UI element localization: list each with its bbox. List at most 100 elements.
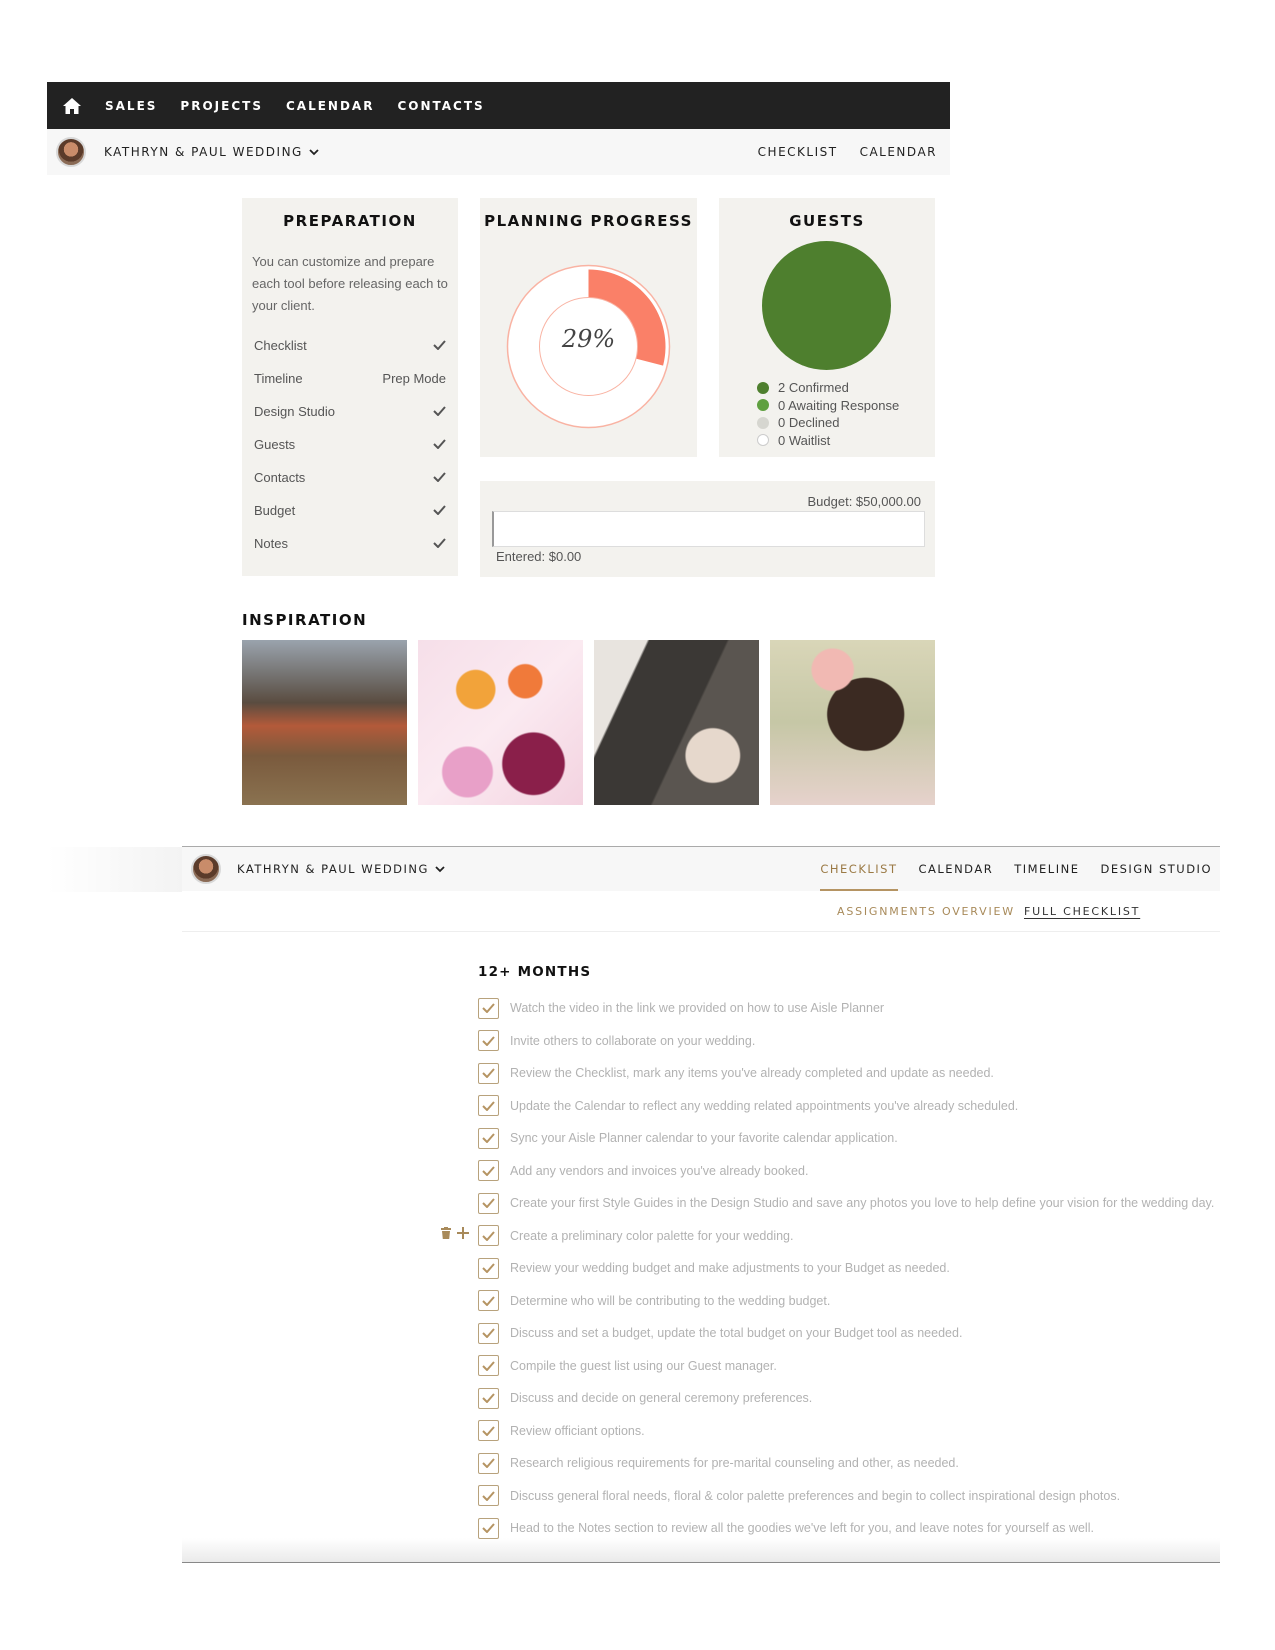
task-checkbox[interactable] <box>478 1452 499 1474</box>
task-checkbox[interactable] <box>478 1095 499 1117</box>
tool-label: Timeline <box>254 371 303 386</box>
checklist-task: Determine who will be contributing to th… <box>478 1285 1218 1318</box>
task-text[interactable]: Create your first Style Guides in the De… <box>510 1196 1214 1210</box>
checklist-task: Review the Checklist, mark any items you… <box>478 1057 1218 1090</box>
inspiration-photo-bride-hair[interactable] <box>770 640 935 805</box>
inspiration-photo-cufflink[interactable] <box>594 640 759 805</box>
check-icon <box>482 1231 495 1241</box>
check-icon <box>482 1296 495 1306</box>
task-text[interactable]: Review the Checklist, mark any items you… <box>510 1066 994 1080</box>
preparation-card: PREPARATION You can customize and prepar… <box>242 198 458 576</box>
nav-calendar[interactable]: CALENDAR <box>286 99 374 113</box>
add-icon[interactable] <box>457 1226 469 1239</box>
task-text[interactable]: Review your wedding budget and make adju… <box>510 1261 950 1275</box>
task-text[interactable]: Discuss and set a budget, update the tot… <box>510 1326 962 1340</box>
check-icon <box>433 338 446 353</box>
task-text[interactable]: Research religious requirements for pre-… <box>510 1456 959 1470</box>
subtab-full-checklist[interactable]: FULL CHECKLIST <box>1024 905 1140 918</box>
task-text[interactable]: Review officiant options. <box>510 1424 645 1438</box>
nav-projects[interactable]: PROJECTS <box>180 99 263 113</box>
task-checkbox[interactable] <box>478 1192 499 1214</box>
tab-checklist[interactable]: CHECKLIST <box>820 847 898 891</box>
nav-sales[interactable]: SALES <box>105 99 157 113</box>
task-text[interactable]: Discuss general floral needs, floral & c… <box>510 1489 1120 1503</box>
task-checkbox[interactable] <box>478 1290 499 1312</box>
task-text[interactable]: Determine who will be contributing to th… <box>510 1294 830 1308</box>
task-checkbox[interactable] <box>478 997 499 1019</box>
avatar[interactable] <box>191 854 221 884</box>
task-text[interactable]: Discuss and decide on general ceremony p… <box>510 1391 812 1405</box>
task-checkbox[interactable] <box>478 1355 499 1377</box>
checklist-task: Discuss general floral needs, floral & c… <box>478 1480 1218 1513</box>
tool-list: Checklist Timeline Prep Mode Design Studi… <box>242 329 458 560</box>
task-checkbox[interactable] <box>478 1225 499 1247</box>
check-icon <box>482 1393 495 1404</box>
task-checkbox[interactable] <box>478 1062 499 1084</box>
tool-label: Notes <box>254 536 288 551</box>
task-checkbox[interactable] <box>478 1517 499 1539</box>
tool-item-notes[interactable]: Notes <box>254 527 446 560</box>
task-text[interactable]: Create a preliminary color palette for y… <box>510 1229 793 1243</box>
tool-item-timeline[interactable]: Timeline Prep Mode <box>254 362 446 395</box>
task-text[interactable]: Head to the Notes section to review all … <box>510 1521 1094 1535</box>
inspiration-photo-dance[interactable] <box>242 640 407 805</box>
tool-label: Checklist <box>254 338 307 353</box>
tool-item-contacts[interactable]: Contacts <box>254 461 446 494</box>
check-icon <box>433 404 446 419</box>
budget-total: Budget: $50,000.00 <box>807 494 922 509</box>
task-text[interactable]: Sync your Aisle Planner calendar to your… <box>510 1131 898 1145</box>
nav-contacts[interactable]: CONTACTS <box>397 99 484 113</box>
check-icon <box>433 470 446 485</box>
checklist-project-bar: KATHRYN & PAUL WEDDING CHECKLIST CALENDA… <box>182 846 1220 891</box>
guests-title: GUESTS <box>789 212 865 230</box>
trash-icon[interactable] <box>441 1226 451 1239</box>
subtab-assignments-overview[interactable]: ASSIGNMENTS OVERVIEW <box>837 905 1015 918</box>
tab-design-studio[interactable]: DESIGN STUDIO <box>1100 847 1212 891</box>
task-checkbox[interactable] <box>478 1387 499 1409</box>
avatar[interactable] <box>56 137 86 167</box>
budget-card[interactable]: Budget: $50,000.00 Entered: $0.00 <box>480 481 935 577</box>
tab-timeline[interactable]: TIMELINE <box>1014 847 1079 891</box>
tool-label: Contacts <box>254 470 306 485</box>
check-icon <box>482 1036 495 1046</box>
guests-pie <box>762 241 891 370</box>
budget-entered: Entered: $0.00 <box>496 549 582 564</box>
project-name: KATHRYN & PAUL WEDDING <box>104 145 303 159</box>
task-checkbox[interactable] <box>478 1420 499 1442</box>
tool-item-design-studio[interactable]: Design Studio <box>254 395 446 428</box>
checklist-task: Update the Calendar to reflect any weddi… <box>478 1090 1218 1123</box>
budget-bar <box>492 511 925 547</box>
tool-item-guests[interactable]: Guests <box>254 428 446 461</box>
tab-calendar[interactable]: CALENDAR <box>919 847 994 891</box>
project-link-calendar[interactable]: CALENDAR <box>860 145 937 159</box>
task-text[interactable]: Add any vendors and invoices you've alre… <box>510 1164 808 1178</box>
task-text[interactable]: Watch the video in the link we provided … <box>510 1001 884 1015</box>
check-icon <box>482 1523 495 1534</box>
tool-item-budget[interactable]: Budget <box>254 494 446 527</box>
tool-item-checklist[interactable]: Checklist <box>254 329 446 362</box>
legend-item-awaiting: 0 Awaiting Response <box>757 397 899 415</box>
task-checkbox[interactable] <box>478 1257 499 1279</box>
check-icon <box>482 1426 495 1436</box>
inspiration-photo-flowers[interactable] <box>418 640 583 805</box>
checklist-task: Watch the video in the link we provided … <box>478 992 1218 1025</box>
task-checkbox[interactable] <box>478 1030 499 1052</box>
task-text[interactable]: Compile the guest list using our Guest m… <box>510 1359 777 1373</box>
task-checkbox[interactable] <box>478 1127 499 1149</box>
task-checkbox[interactable] <box>478 1322 499 1344</box>
task-checkbox[interactable] <box>478 1160 499 1182</box>
preparation-description: You can customize and prepare each tool … <box>252 254 448 313</box>
checklist-task: Discuss and decide on general ceremony p… <box>478 1382 1218 1415</box>
checklist-task: Review officiant options. <box>478 1415 1218 1448</box>
check-icon <box>482 1263 495 1274</box>
legend-label: 0 Waitlist <box>778 432 831 448</box>
task-text[interactable]: Update the Calendar to reflect any weddi… <box>510 1099 1018 1113</box>
checklist-section-title: 12+ MONTHS <box>478 964 592 980</box>
project-selector[interactable]: KATHRYN & PAUL WEDDING <box>104 145 319 159</box>
chevron-down-icon <box>435 862 445 876</box>
task-text[interactable]: Invite others to collaborate on your wed… <box>510 1034 755 1048</box>
task-checkbox[interactable] <box>478 1485 499 1507</box>
project-link-checklist[interactable]: CHECKLIST <box>758 145 838 159</box>
project-selector[interactable]: KATHRYN & PAUL WEDDING <box>237 862 445 876</box>
home-icon[interactable] <box>61 95 83 117</box>
